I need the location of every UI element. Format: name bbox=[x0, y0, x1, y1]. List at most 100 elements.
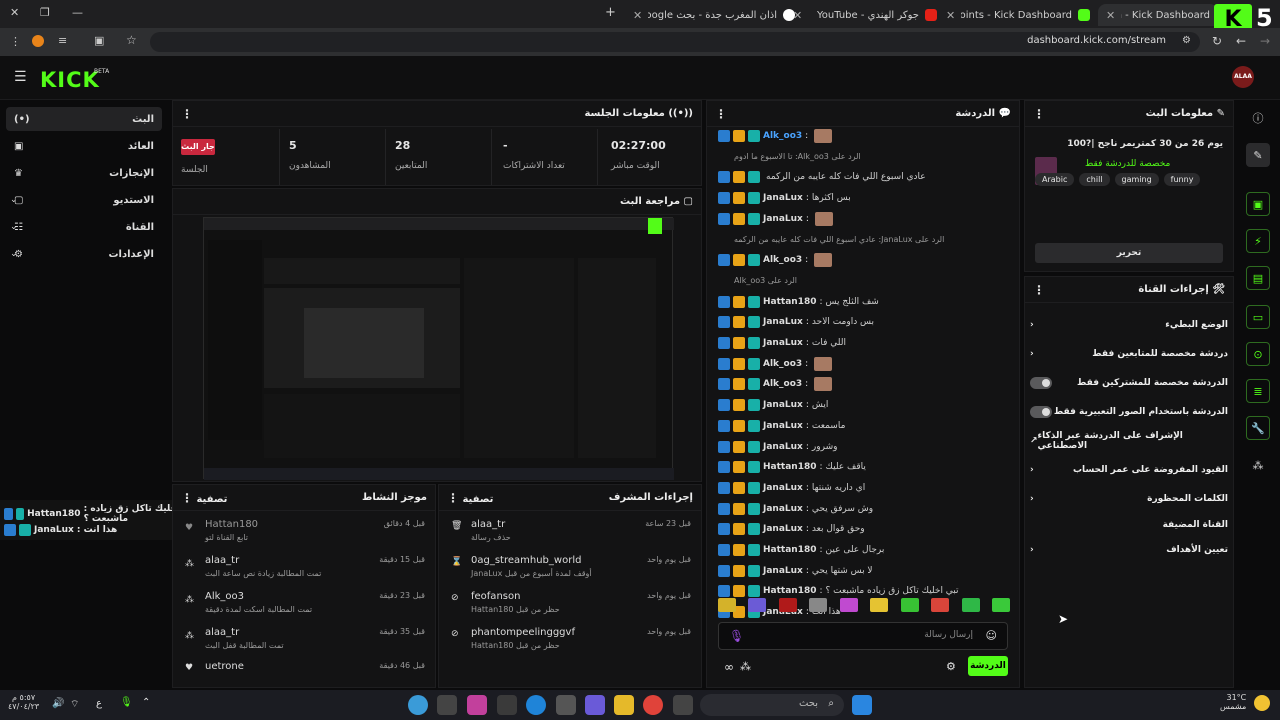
action-ai-moderation[interactable]: ↗ الإشراف على الدردشة عبر الذكاء الاصطناع… bbox=[1030, 431, 1228, 451]
chat-message[interactable]: عادي اسبوع اللي فات كله عايبه من الركمه bbox=[718, 169, 1008, 185]
subscribers-only-toggle[interactable] bbox=[1030, 377, 1052, 389]
emote-icon[interactable] bbox=[991, 598, 1010, 612]
chat-send-button[interactable]: الدردشة bbox=[968, 656, 1008, 676]
chevron-down-icon[interactable]: ⌄ bbox=[10, 195, 18, 205]
taskbar-search[interactable]: ⌕ بحث bbox=[700, 694, 844, 716]
edit-icon[interactable]: ✎ bbox=[1246, 143, 1270, 167]
action-host-channel[interactable]: القناة المضيفة bbox=[1030, 516, 1228, 534]
stack-icon[interactable]: ≣ bbox=[1246, 379, 1270, 403]
preview-icon[interactable]: ▣ bbox=[1246, 192, 1270, 216]
action-slow-mode[interactable]: › الوضع البطيء bbox=[1030, 316, 1228, 334]
action-emote-only[interactable]: الدردشة باستخدام الصور التعبيرية فقط bbox=[1030, 403, 1228, 421]
more-menu-icon[interactable]: ⋮ bbox=[181, 491, 193, 505]
new-tab-button[interactable]: + bbox=[605, 5, 616, 20]
forward-icon[interactable]: → bbox=[1260, 34, 1270, 48]
chat-username[interactable]: JanaLux bbox=[763, 483, 803, 493]
chat-message[interactable]: JanaLux: بس اكثرها bbox=[718, 190, 1008, 206]
emote-icon[interactable] bbox=[778, 598, 797, 612]
more-menu-icon[interactable]: ⋮ bbox=[181, 107, 193, 121]
filter-button[interactable]: تصفية bbox=[462, 494, 493, 505]
more-menu-icon[interactable]: ⋮ bbox=[1033, 107, 1045, 121]
volume-icon[interactable]: 🔊 bbox=[52, 698, 64, 709]
chat-message[interactable]: Hattan180: تبي اخليك تاكل زق زياده ماشبعت… bbox=[718, 583, 1008, 599]
chat-username[interactable]: Hattan180 bbox=[763, 297, 816, 307]
nav-item-studio[interactable]: ▢ الاستديو bbox=[6, 188, 162, 212]
chat-username[interactable]: Hattan180 bbox=[763, 545, 816, 555]
chat-reply-line[interactable]: الرد على Alk_oo3: تا الاسبوع ما ادوم bbox=[718, 149, 1008, 165]
edge-icon[interactable] bbox=[526, 695, 546, 715]
app-icon[interactable] bbox=[467, 695, 487, 715]
emote-icon[interactable] bbox=[931, 598, 950, 612]
action-banned-words[interactable]: › الكلمات المحظورة bbox=[1030, 490, 1228, 508]
emote-icon[interactable] bbox=[748, 598, 767, 612]
chat-message[interactable]: Hattan180: شف الثلج يس bbox=[718, 294, 1008, 310]
chevron-down-icon[interactable]: ⌄ bbox=[10, 249, 18, 259]
chat-message[interactable]: JanaLux: ايش bbox=[718, 397, 1008, 413]
chat-message[interactable]: JanaLux: وشرور bbox=[718, 439, 1008, 455]
copilot-icon[interactable] bbox=[585, 695, 605, 715]
windows-start-icon[interactable] bbox=[852, 695, 872, 715]
chat-settings-gear-icon[interactable]: ⚙ bbox=[946, 660, 956, 673]
close-window-icon[interactable]: ✕ bbox=[10, 6, 19, 19]
menu-dots-icon[interactable]: ⋮ bbox=[10, 35, 21, 48]
reload-icon[interactable]: ↻ bbox=[1212, 34, 1222, 48]
chat-username[interactable]: JanaLux bbox=[763, 214, 803, 224]
action-followers-only[interactable]: › دردشة مخصصة للمتابعين فقط bbox=[1030, 345, 1228, 363]
chat-username[interactable]: JanaLux bbox=[763, 504, 803, 514]
kick-logo[interactable]: KICK bbox=[40, 68, 100, 92]
chat-username[interactable]: Alk_oo3 bbox=[763, 255, 802, 265]
chat-username[interactable]: Alk_oo3 bbox=[763, 379, 802, 389]
chat-message[interactable]: JanaLux: بس داومت الاحد bbox=[718, 314, 1008, 330]
close-tab-icon[interactable]: ✕ bbox=[1106, 9, 1115, 22]
infinity-icon[interactable]: ∞ bbox=[724, 660, 734, 674]
store-icon[interactable] bbox=[497, 695, 517, 715]
hamburger-menu-icon[interactable]: ☰ bbox=[14, 69, 27, 85]
chat-username[interactable]: JanaLux bbox=[763, 400, 803, 410]
chat-username[interactable]: Alk_oo3 bbox=[763, 359, 802, 369]
chat-reply-line[interactable]: الرد على Alk_oo3 bbox=[718, 273, 1008, 289]
chat-message[interactable]: JanaLux: اي داريه شنتها bbox=[718, 480, 1008, 496]
chat-username[interactable]: Alk_oo3 bbox=[763, 131, 802, 141]
chat-username[interactable]: JanaLux bbox=[763, 442, 803, 452]
more-menu-icon[interactable]: ⋮ bbox=[715, 107, 727, 121]
nav-item-settings[interactable]: ⚙ الإعدادات bbox=[6, 242, 162, 266]
info-icon[interactable]: ⓘ bbox=[1246, 106, 1270, 130]
nav-item-achievements[interactable]: ♛ الإنجازات bbox=[6, 161, 162, 185]
edit-stream-button[interactable]: تحرير bbox=[1035, 243, 1223, 263]
language-indicator[interactable]: ع bbox=[96, 698, 102, 709]
chat-message[interactable]: Alk_oo3: bbox=[718, 356, 1008, 372]
extension-icon[interactable] bbox=[32, 35, 44, 47]
more-menu-icon[interactable]: ⋮ bbox=[447, 491, 459, 505]
chat-message[interactable]: Hattan180: برجال على عين bbox=[718, 542, 1008, 558]
emote-icon[interactable] bbox=[870, 598, 889, 612]
nav-item-channel[interactable]: ☷ القناة bbox=[6, 215, 162, 239]
chat-username[interactable]: Hattan180 bbox=[763, 586, 816, 596]
bookmark-star-icon[interactable]: ☆ bbox=[126, 33, 137, 47]
emote-icon[interactable] bbox=[718, 598, 736, 612]
microphone-icon[interactable]: 🎙 bbox=[120, 697, 133, 708]
file-explorer-icon[interactable] bbox=[614, 695, 634, 715]
chat-message[interactable]: JanaLux: لا بس شتها يحي bbox=[718, 563, 1008, 579]
chat-username[interactable]: Hattan180 bbox=[763, 462, 816, 472]
tag[interactable]: funny bbox=[1163, 173, 1201, 186]
tab-channel-points[interactable]: Channel Points - Kick Dashboard ✕ bbox=[938, 4, 1098, 26]
chat-reply-line[interactable]: الرد على JanaLux: عادي اسبوع اللي فات كل… bbox=[718, 232, 1008, 248]
close-tab-icon[interactable]: ✕ bbox=[946, 9, 955, 22]
category-name[interactable]: مخصصة للدردشة فقط bbox=[1085, 159, 1170, 169]
stream-video[interactable] bbox=[203, 217, 674, 480]
more-menu-icon[interactable]: ⋮ bbox=[1033, 283, 1045, 297]
action-set-goals[interactable]: › تعيين الأهداف bbox=[1030, 541, 1228, 559]
chat-username[interactable]: JanaLux bbox=[763, 566, 803, 576]
avatar[interactable]: ALAA bbox=[1232, 66, 1254, 88]
chevron-up-icon[interactable]: ⌃ bbox=[142, 697, 150, 708]
chevron-down-icon[interactable]: ⌄ bbox=[10, 222, 18, 232]
chat-message[interactable]: JanaLux: وش سرفق يحي bbox=[718, 501, 1008, 517]
chat-input[interactable]: إرسال رسالة bbox=[924, 630, 973, 640]
bolt-icon[interactable]: ⚡ bbox=[1246, 229, 1270, 253]
points-icon[interactable]: ⁂ bbox=[740, 660, 751, 673]
chat-message[interactable]: JanaLux: ماسمعت bbox=[718, 418, 1008, 434]
chat-input-box[interactable]: 🎙 إرسال رسالة ☺ bbox=[718, 622, 1008, 650]
tag[interactable]: Arabic bbox=[1035, 173, 1075, 186]
tag[interactable]: chill bbox=[1079, 173, 1110, 186]
chat-username[interactable]: JanaLux bbox=[763, 338, 803, 348]
